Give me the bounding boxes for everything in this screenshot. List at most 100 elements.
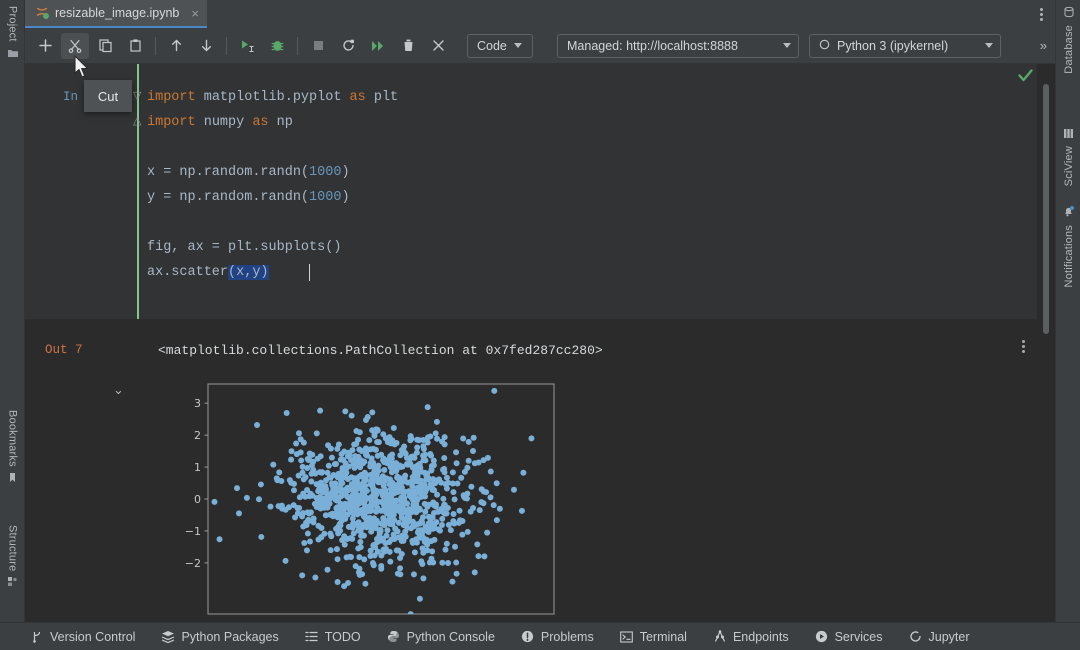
- kebab-menu-icon[interactable]: [1033, 5, 1049, 23]
- scatter-point: [464, 464, 471, 471]
- editor-tab-notebook[interactable]: resizable_image.ipynb ×: [25, 0, 207, 28]
- toolbar-separator: [155, 36, 156, 55]
- status-item-python-packages[interactable]: Python Packages: [161, 630, 279, 644]
- run-all-button[interactable]: [364, 33, 392, 59]
- scatter-point: [345, 449, 352, 456]
- move-cell-up-button[interactable]: [162, 33, 190, 59]
- interrupt-button[interactable]: [424, 33, 452, 59]
- status-item-jupyter[interactable]: Jupyter: [909, 630, 970, 644]
- rail-item-database[interactable]: Database: [1056, 6, 1080, 74]
- code-line: x = np.random.randn(1000): [147, 165, 350, 180]
- scatter-point: [416, 595, 423, 602]
- run-cell-button[interactable]: [233, 33, 261, 59]
- scatter-point: [424, 404, 431, 411]
- status-item-problems[interactable]: Problems: [521, 630, 594, 644]
- scatter-point: [441, 454, 448, 461]
- scatter-point: [306, 538, 313, 545]
- cell-type-select[interactable]: Code: [467, 33, 533, 58]
- scatter-point: [317, 407, 324, 414]
- scatter-point: [443, 474, 450, 481]
- scatter-point: [312, 470, 319, 477]
- scatter-point: [283, 410, 290, 417]
- rail-item-project[interactable]: Project: [0, 6, 25, 62]
- status-item-endpoints[interactable]: Endpoints: [713, 630, 789, 644]
- y-axis-tick-label: −2: [185, 557, 201, 570]
- scatter-point: [324, 566, 331, 573]
- structure-icon: [7, 576, 18, 590]
- kernel-select[interactable]: Python 3 (ipykernel): [809, 33, 1001, 58]
- scatter-point: [386, 548, 393, 555]
- scatter-point: [396, 483, 403, 490]
- close-icon[interactable]: ×: [191, 6, 199, 21]
- debug-cell-button[interactable]: [263, 33, 291, 59]
- scatter-point: [387, 558, 394, 565]
- status-label: TODO: [324, 629, 361, 644]
- scatter-point: [338, 509, 345, 516]
- scatter-point: [439, 508, 446, 515]
- terminal-icon: [620, 630, 634, 644]
- toolbar-separator: [297, 36, 298, 55]
- scatter-point: [255, 496, 262, 503]
- delete-cell-button[interactable]: [394, 33, 422, 59]
- move-cell-down-button[interactable]: [192, 33, 220, 59]
- scatter-point: [398, 537, 405, 544]
- scatter-point: [332, 496, 339, 503]
- scatter-point: [297, 436, 304, 443]
- status-item-version-control[interactable]: Version Control: [30, 630, 135, 644]
- status-item-python-console[interactable]: Python Console: [387, 630, 495, 644]
- scatter-point: [329, 482, 336, 489]
- scatter-point: [450, 489, 457, 496]
- scatter-point: [476, 507, 483, 514]
- scatter-point: [303, 547, 310, 554]
- add-cell-button[interactable]: [31, 33, 59, 59]
- scatter-point: [414, 504, 421, 511]
- scatter-point: [518, 507, 525, 514]
- scatter-point: [387, 453, 394, 460]
- scatter-point: [375, 439, 382, 446]
- status-item-todo[interactable]: TODO: [305, 630, 361, 644]
- code-text[interactable]: import matplotlib.pyplot as plt import n…: [147, 85, 398, 285]
- scatter-point: [340, 491, 347, 498]
- stop-button[interactable]: [304, 33, 332, 59]
- editor-vertical-scrollbar[interactable]: [1043, 84, 1049, 334]
- matplotlib-scatter-figure: 3 2 1 0 −1 −2: [180, 382, 555, 622]
- scatter-point: [459, 531, 466, 538]
- scatter-point: [418, 468, 425, 475]
- rail-item-notifications[interactable]: Notifications: [1056, 205, 1080, 288]
- cell-type-value: Code: [477, 38, 507, 53]
- paste-cell-button[interactable]: [121, 33, 149, 59]
- scatter-point: [459, 518, 466, 525]
- scatter-point: [282, 557, 289, 564]
- scatter-point: [379, 488, 386, 495]
- scatter-point: [353, 478, 360, 485]
- output-options-icon[interactable]: [1022, 340, 1025, 353]
- status-item-terminal[interactable]: Terminal: [620, 630, 687, 644]
- restart-kernel-button[interactable]: [334, 33, 362, 59]
- chevron-down-icon[interactable]: ⌄: [113, 382, 124, 398]
- scatter-point: [423, 476, 430, 483]
- scatter-point: [352, 491, 359, 498]
- fold-marker-icon[interactable]: ▽: [133, 89, 141, 103]
- scatter-point: [398, 447, 405, 454]
- toolbar-overflow-button[interactable]: »: [1040, 38, 1055, 53]
- jupyter-server-select[interactable]: Managed: http://localhost:8888: [557, 33, 799, 58]
- status-item-services[interactable]: Services: [815, 630, 883, 644]
- rail-item-bookmarks[interactable]: Bookmarks: [0, 410, 25, 486]
- rail-item-sciview[interactable]: SciView: [1056, 128, 1080, 186]
- scatter-point: [335, 441, 342, 448]
- notebook-toolbar: Code Managed: http://localhost:8888 Pyth…: [25, 28, 1055, 64]
- scatter-point: [327, 547, 334, 554]
- scatter-point: [424, 439, 431, 446]
- copy-cell-button[interactable]: [91, 33, 119, 59]
- scatter-point: [465, 438, 472, 445]
- scatter-point: [307, 490, 314, 497]
- scatter-point: [384, 507, 391, 514]
- scatter-point: [369, 560, 376, 567]
- scatter-point: [414, 497, 421, 504]
- checkmark-ok-icon: [1018, 69, 1033, 86]
- fold-marker-icon[interactable]: △: [133, 114, 141, 128]
- scatter-point: [481, 553, 488, 560]
- rail-item-structure[interactable]: Structure: [0, 525, 25, 590]
- scatter-point: [334, 578, 341, 585]
- scatter-point: [279, 505, 286, 512]
